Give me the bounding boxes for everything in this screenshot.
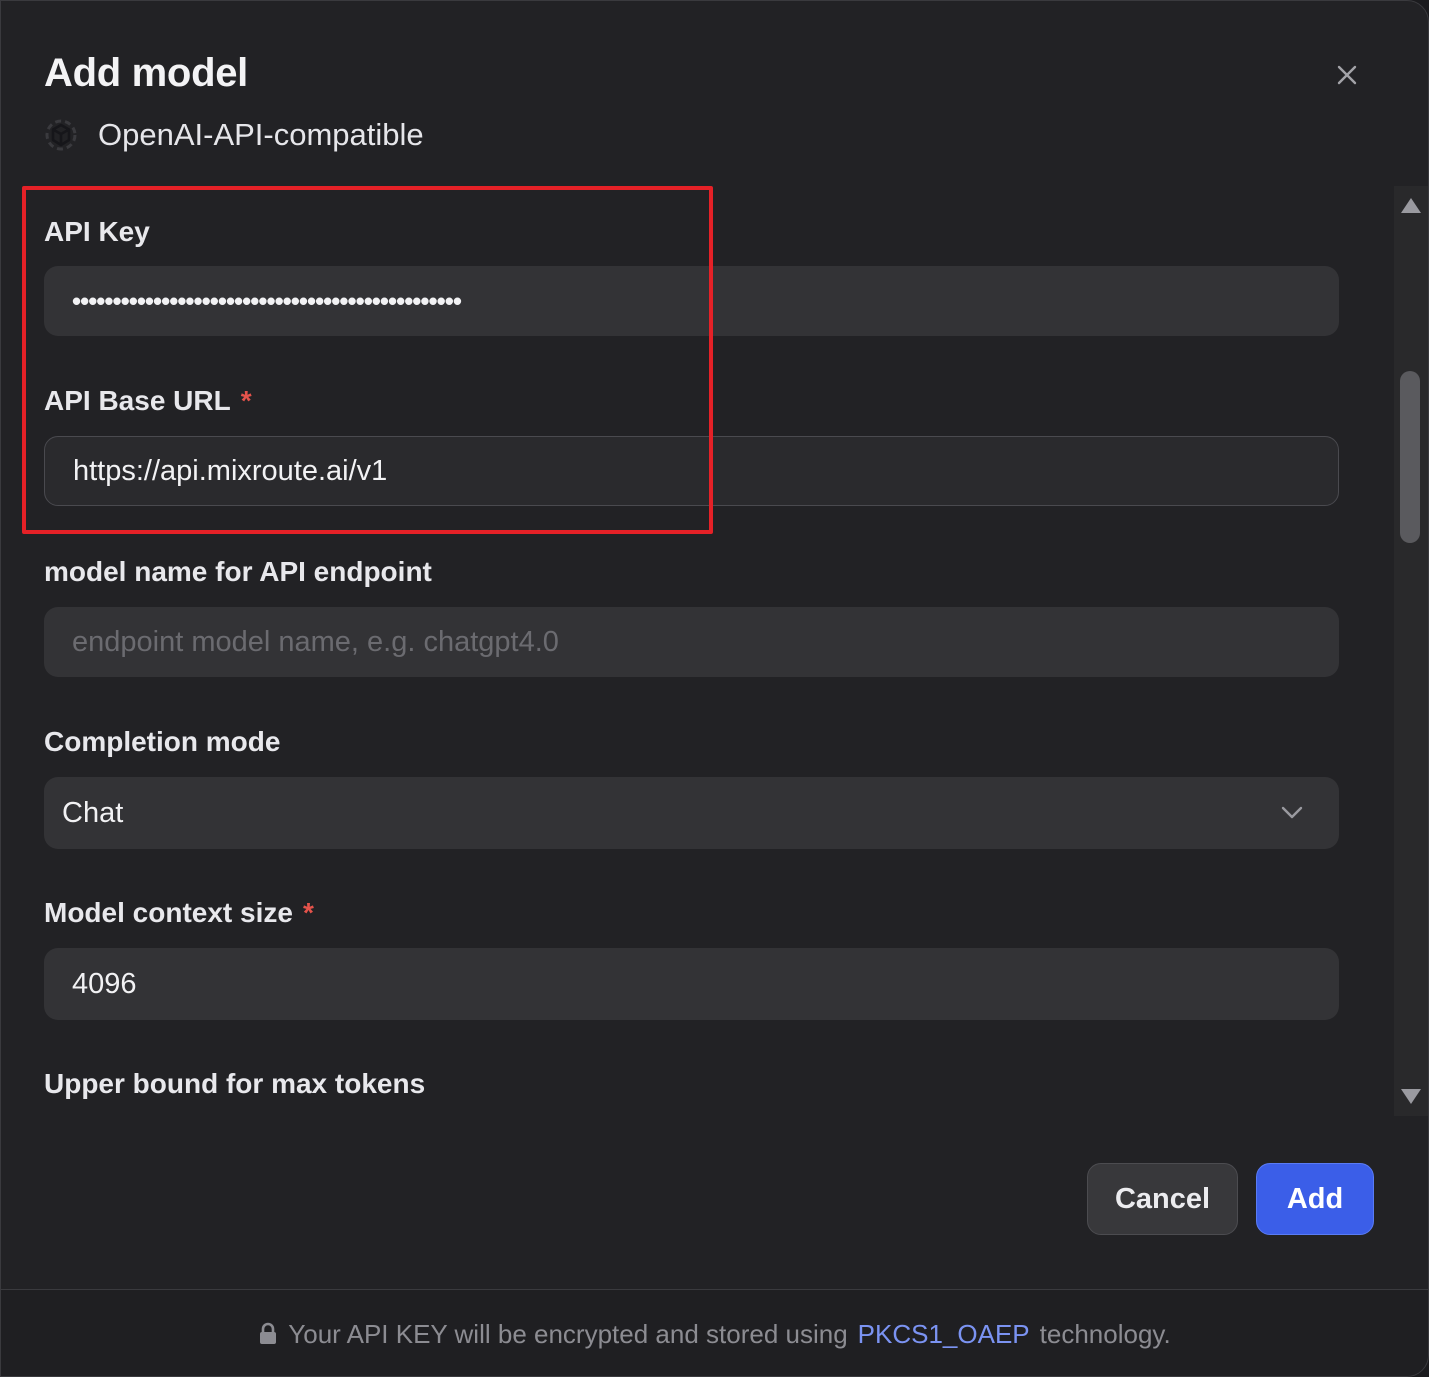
footer-text-end: technology. (1039, 1318, 1171, 1349)
api-key-masked-value: ••••••••••••••••••••••••••••••••••••••••… (72, 285, 462, 316)
provider-row: OpenAI-API-compatible (44, 117, 424, 153)
completion-mode-label-text: Completion mode (44, 726, 281, 757)
context-size-value: 4096 (72, 967, 137, 1000)
completion-mode-label: Completion mode (44, 726, 280, 758)
footer-text: Your API KEY will be encrypted and store… (288, 1318, 848, 1349)
scroll-thumb[interactable] (1400, 371, 1420, 543)
triangle-up-icon[interactable] (1400, 194, 1422, 216)
pkcs-link[interactable]: PKCS1_OAEP (858, 1319, 1030, 1350)
close-icon (1337, 65, 1357, 85)
max-tokens-label: Upper bound for max tokens (44, 1068, 425, 1100)
provider-name: OpenAI-API-compatible (98, 117, 424, 152)
required-mark: * (240, 385, 252, 416)
api-key-input[interactable]: ••••••••••••••••••••••••••••••••••••••••… (44, 266, 1339, 336)
endpoint-model-name-placeholder: endpoint model name, e.g. chatgpt4.0 (72, 625, 559, 658)
triangle-down-icon[interactable] (1400, 1086, 1422, 1108)
max-tokens-label-text: Upper bound for max tokens (44, 1068, 426, 1099)
api-key-label: API Key (44, 216, 150, 248)
scrollbar[interactable] (1394, 186, 1428, 1116)
cancel-button[interactable]: Cancel (1087, 1163, 1238, 1235)
lock-icon (260, 1322, 277, 1344)
encryption-footer: Your API KEY will be encrypted and store… (1, 1289, 1428, 1376)
add-model-dialog: Add model OpenAI-API-compatible API Key … (0, 0, 1429, 1377)
endpoint-model-name-input[interactable]: endpoint model name, e.g. chatgpt4.0 (44, 607, 1339, 677)
completion-mode-select[interactable]: Chat (44, 777, 1339, 849)
cube-icon (45, 119, 77, 151)
close-button[interactable] (1327, 55, 1367, 95)
chevron-down-icon (1281, 806, 1303, 819)
dialog-title: Add model (44, 51, 248, 95)
context-size-label-text: Model context size (44, 897, 293, 928)
api-base-url-label-text: API Base URL (44, 385, 231, 416)
context-size-label: Model context size * (44, 897, 314, 929)
context-size-input[interactable]: 4096 (44, 948, 1339, 1020)
endpoint-model-name-label-text: model name for API endpoint (44, 556, 432, 587)
endpoint-model-name-label: model name for API endpoint (44, 556, 432, 588)
add-button[interactable]: Add (1256, 1163, 1374, 1235)
api-base-url-label: API Base URL * (44, 385, 252, 417)
required-mark: * (302, 897, 314, 928)
api-base-url-input[interactable]: https://api.mixroute.ai/v1 (44, 436, 1339, 506)
api-base-url-value: https://api.mixroute.ai/v1 (73, 454, 388, 487)
completion-mode-selected: Chat (62, 796, 124, 829)
form-scroll-area: API Key ••••••••••••••••••••••••••••••••… (1, 186, 1394, 1116)
api-key-label-text: API Key (44, 216, 150, 247)
